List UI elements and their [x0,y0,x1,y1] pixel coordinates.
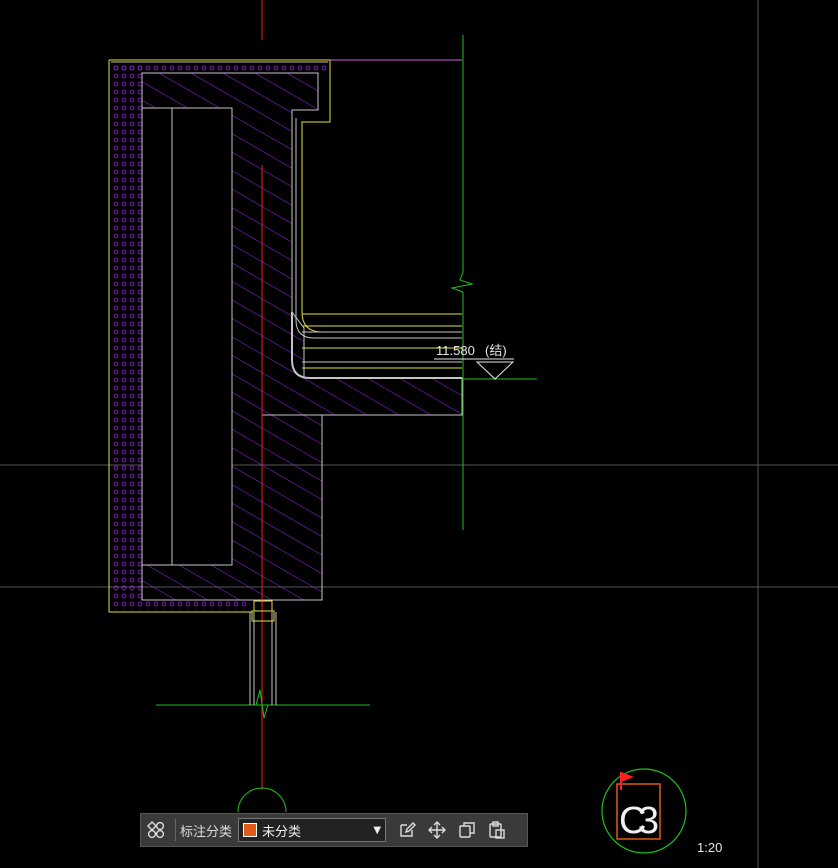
cad-canvas[interactable]: 11.580 (结) C3 1:20 [0,0,838,868]
axis-bubble [237,787,287,813]
elevation-marker: 11.580 (结) [434,343,537,380]
grid-icon [147,821,165,839]
category-select[interactable]: 未分类 ▼ [238,818,387,842]
copy-button[interactable] [452,815,482,845]
copy-icon [459,822,475,838]
detail-callout[interactable]: C3 [601,768,687,854]
category-color-swatch [243,823,258,837]
move-button[interactable] [422,815,452,845]
paste-icon [489,821,505,839]
category-label: 标注分类 [180,824,233,840]
move-icon [428,821,447,839]
elevation-label: 11.580 [436,343,475,358]
annotation-toolbar: 标注分类 未分类 ▼ [140,813,528,847]
flag-icon [620,772,634,790]
paste-button[interactable] [482,815,512,845]
scale-label: 1:20 [697,840,722,855]
edit-icon [400,822,417,837]
divider [175,819,176,841]
edit-button[interactable] [392,815,422,845]
detail-id: C3 [619,800,659,842]
grid-button[interactable] [141,815,171,845]
wall-stub [249,600,277,705]
category-value: 未分类 [262,824,302,840]
elevation-note: (结) [485,343,507,358]
chevron-down-icon: ▼ [373,824,382,836]
